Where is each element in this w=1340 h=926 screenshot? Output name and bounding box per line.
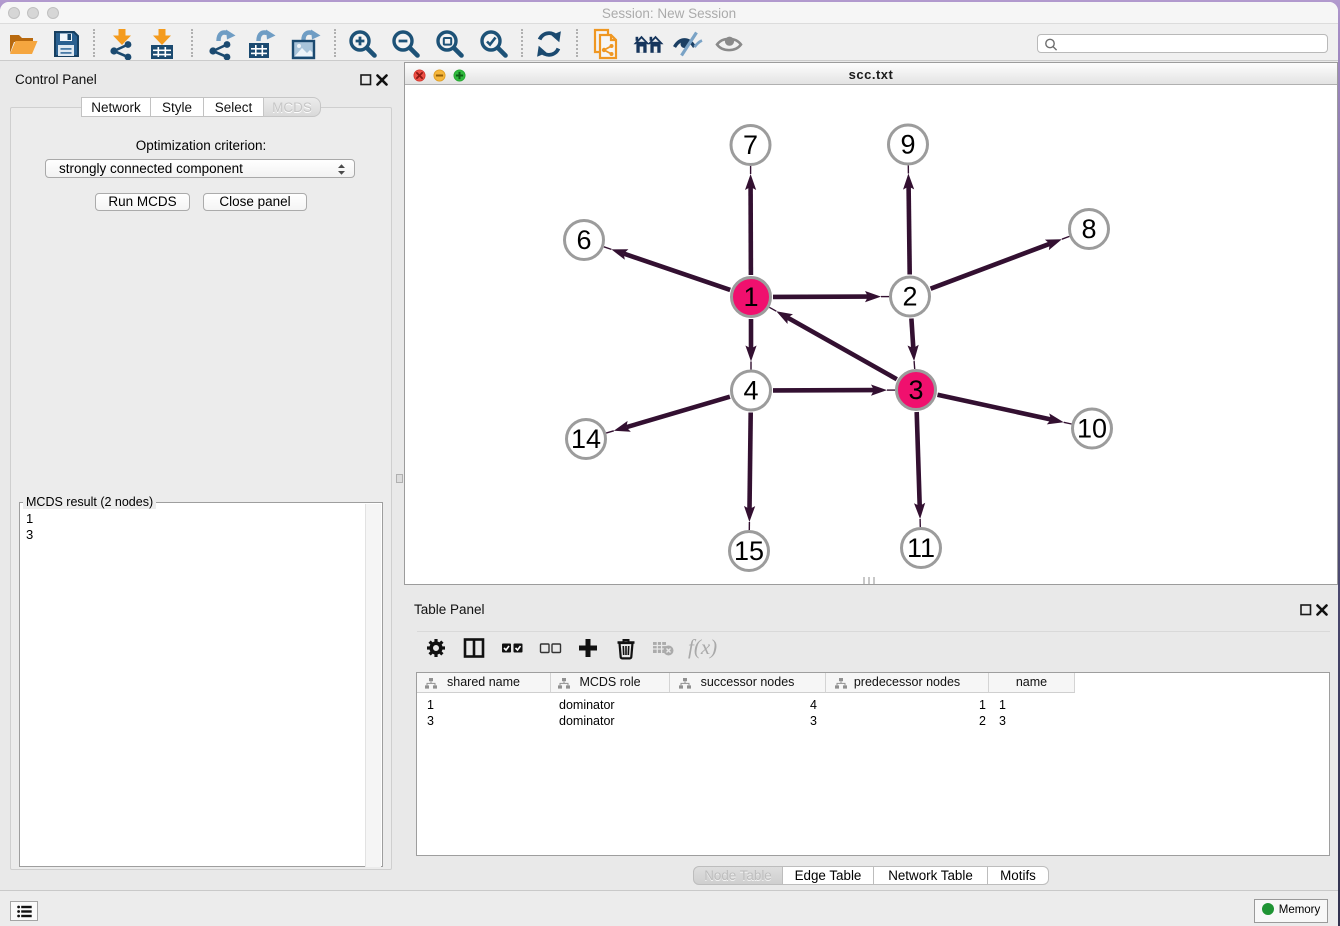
svg-text:14: 14 [571,424,601,454]
svg-text:2: 2 [902,282,917,312]
svg-text:3: 3 [908,375,923,405]
svg-text:1: 1 [743,282,758,312]
svg-text:10: 10 [1077,414,1107,444]
svg-text:7: 7 [743,130,758,160]
svg-text:8: 8 [1081,214,1096,244]
svg-text:9: 9 [900,130,915,160]
svg-text:15: 15 [734,536,764,566]
svg-text:11: 11 [907,533,935,563]
svg-text:4: 4 [743,376,758,406]
svg-text:6: 6 [576,225,591,255]
